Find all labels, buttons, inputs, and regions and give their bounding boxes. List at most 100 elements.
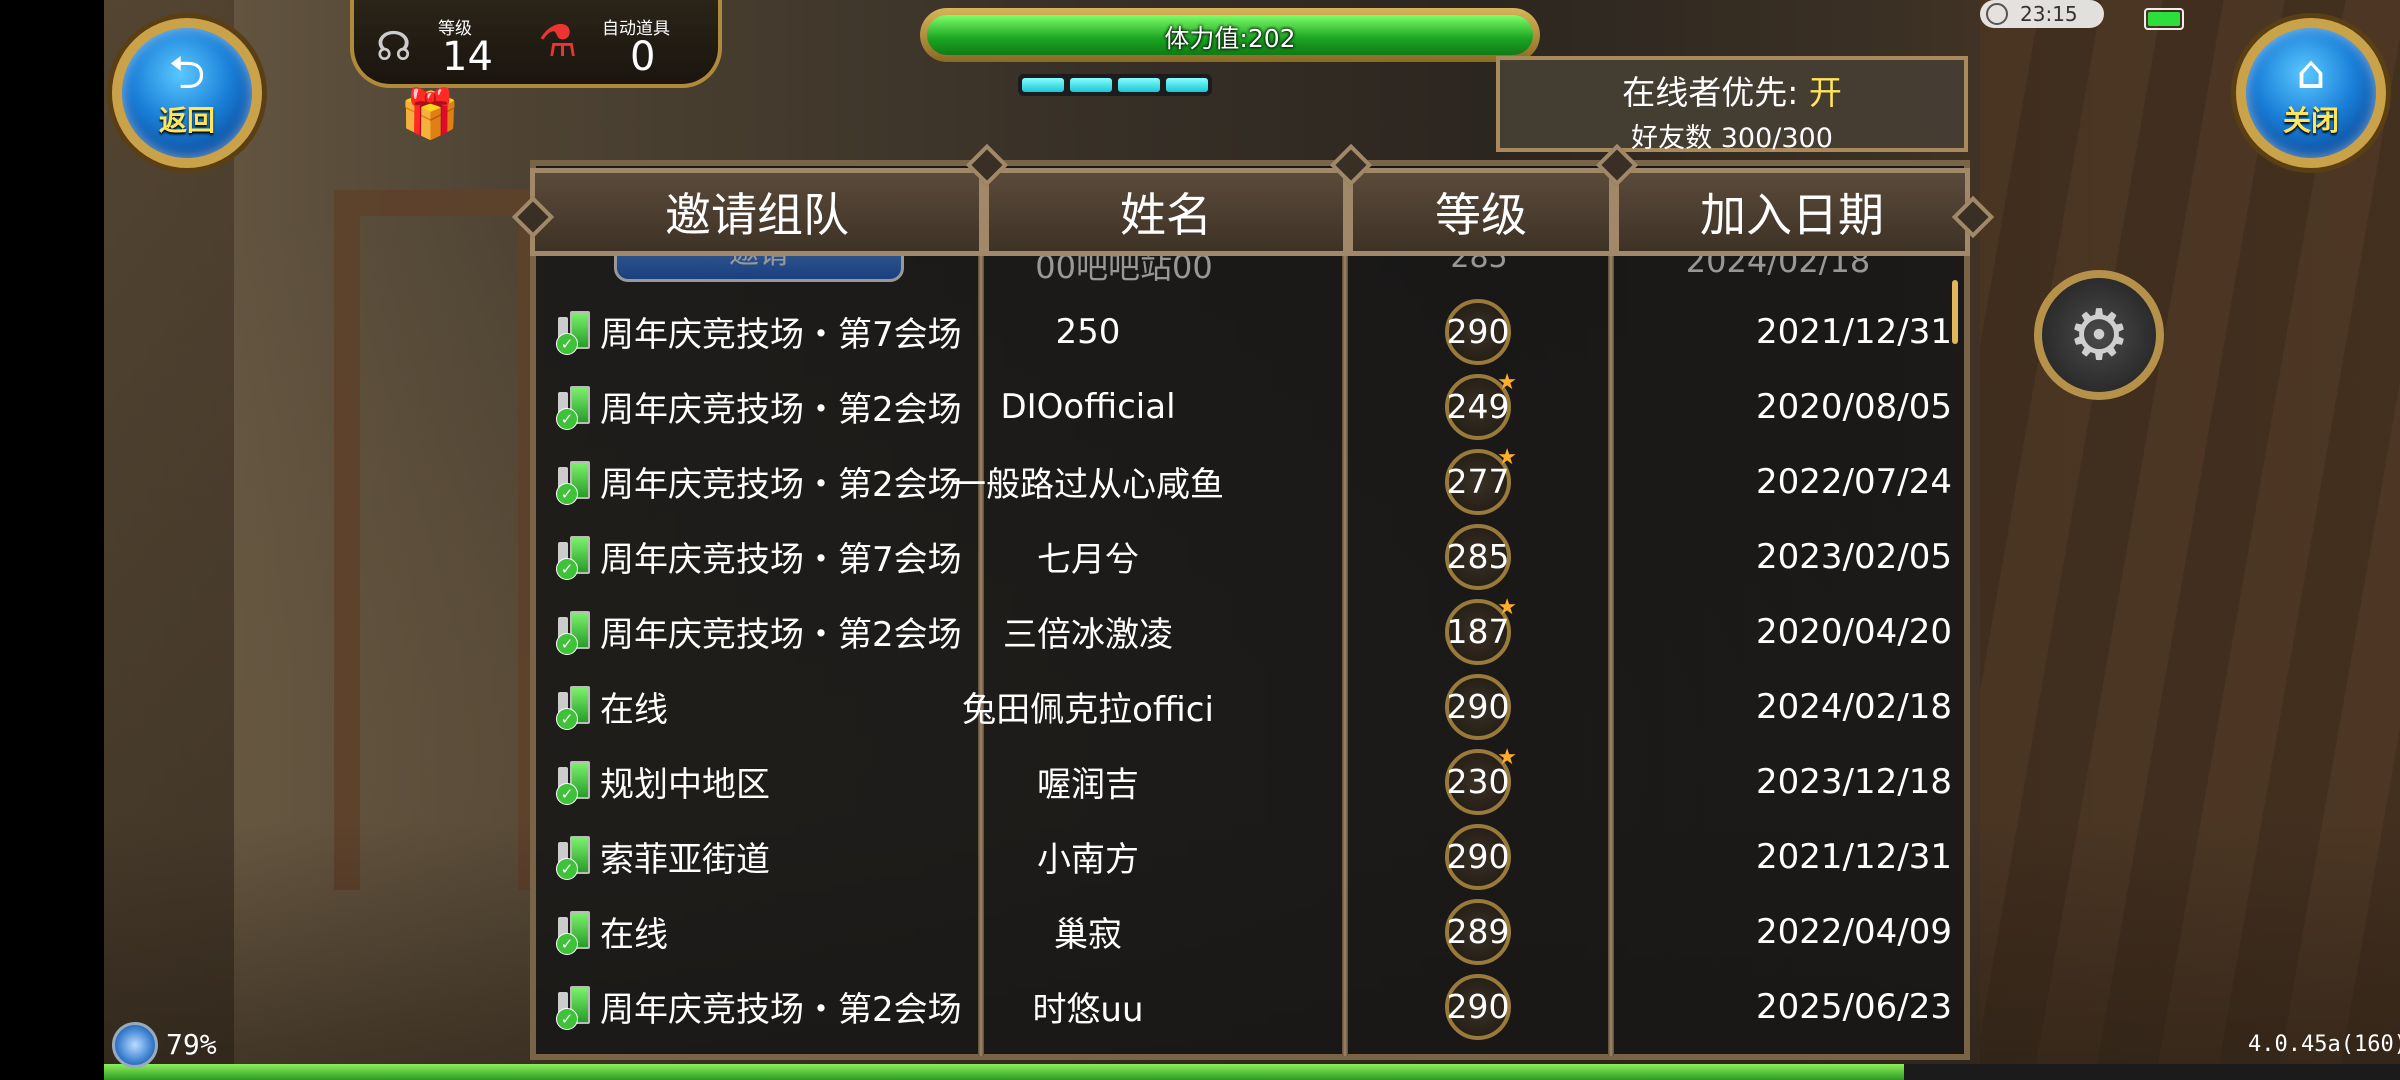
- level-badge: 289: [1445, 898, 1511, 965]
- level-value: 285: [1446, 537, 1510, 576]
- row-location: ✓ 周年庆竞技场・第2会场: [556, 969, 962, 1044]
- row-location: ✓ 周年庆竞技场・第2会场: [556, 444, 962, 519]
- table-row[interactable]: ✓ 周年庆竞技场・第2会场 三倍冰激凌 187 ★ 2020/04/20: [536, 594, 1960, 669]
- online-status-icon: ✓: [556, 685, 596, 730]
- network-icon: [112, 1022, 158, 1068]
- stamina-segment: [1070, 78, 1112, 92]
- online-status-icon: ✓: [556, 310, 596, 355]
- online-status-icon: ✓: [556, 835, 596, 880]
- online-status-icon: ✓: [556, 910, 596, 955]
- row-location-text: 周年庆竞技场・第2会场: [600, 615, 962, 655]
- level-badge: 249 ★: [1445, 370, 1517, 440]
- row-level: 285: [1450, 256, 1508, 275]
- auto-item-count: 0: [630, 34, 656, 80]
- stamina-text: 体力值:202: [1164, 24, 1296, 53]
- row-location-text: 周年庆竞技场・第7会场: [600, 315, 962, 355]
- row-location-text: 周年庆竞技场・第2会场: [600, 390, 962, 430]
- row-level: 285: [1440, 519, 1516, 594]
- row-location-text: 周年庆竞技场・第2会场: [600, 465, 962, 505]
- clock-time: 23:15: [2020, 2, 2078, 26]
- online-priority-value: 开: [1808, 73, 1842, 112]
- back-button[interactable]: ⮌ 返回: [112, 18, 262, 168]
- level-badge: 290: [1445, 298, 1511, 365]
- row-location: ✓ 索菲亚街道: [556, 819, 770, 894]
- level-value: 290: [1446, 312, 1510, 351]
- table-row[interactable]: ✓ 规划中地区 喔润吉 230 ★ 2023/12/18: [536, 744, 1960, 819]
- row-location-text: 周年庆竞技场・第2会场: [600, 990, 962, 1030]
- row-date: 2022/07/24: [1756, 461, 1952, 502]
- row-name: 时悠uu: [1032, 990, 1144, 1030]
- level-badge: 230 ★: [1445, 745, 1517, 815]
- clock-icon: [1986, 3, 2008, 25]
- level-badge: 277 ★: [1445, 445, 1517, 515]
- row-date: 2023/12/18: [1756, 761, 1952, 802]
- row-date: 2025/06/23: [1756, 986, 1952, 1027]
- home-icon: ⌂: [2296, 45, 2326, 99]
- stamina-segments: [1018, 74, 1212, 96]
- header-invite[interactable]: 邀请组队: [530, 168, 984, 256]
- stamina-segment: [1118, 78, 1160, 92]
- row-date: 2024/02/18: [1756, 686, 1952, 727]
- back-arrow-icon: ⮌: [168, 45, 206, 99]
- table-row[interactable]: ✓ 索菲亚街道 小南方 290 2021/12/31: [536, 819, 1960, 894]
- battery-icon: [2144, 8, 2184, 30]
- table-row[interactable]: ✓ 在线 巢寂 289 2022/04/09: [536, 894, 1960, 969]
- table-row[interactable]: ✓ 周年庆竞技场・第2会场 DIOofficial 249 ★ 2020/08/05: [536, 369, 1960, 444]
- header-name[interactable]: 姓名: [984, 168, 1348, 256]
- row-name: 小南方: [1037, 840, 1139, 880]
- online-status-icon: ✓: [556, 385, 596, 430]
- star-icon: ★: [1497, 369, 1517, 395]
- row-date: 2024/02/18: [1685, 256, 1871, 280]
- level-badge: 187 ★: [1445, 595, 1517, 665]
- table-row-partial: 邀请 00吧吧站00 2024/02/18 285: [536, 256, 1960, 292]
- row-level: 289: [1440, 894, 1516, 969]
- row-location: ✓ 规划中地区: [556, 744, 770, 819]
- level-value: 290: [1446, 687, 1510, 726]
- scrollbar[interactable]: [1952, 280, 1958, 344]
- row-location: ✓ 周年庆竞技场・第2会场: [556, 369, 962, 444]
- invite-button[interactable]: 邀请: [614, 256, 904, 282]
- row-location-text: 规划中地区: [600, 765, 770, 805]
- online-status-icon: ✓: [556, 535, 596, 580]
- table-row[interactable]: ✓ 周年庆竞技场・第7会场 七月兮 285 2023/02/05: [536, 519, 1960, 594]
- table-row[interactable]: ✓ 周年庆竞技场・第2会场 时悠uu 290 2025/06/23: [536, 969, 1960, 1044]
- settings-gear-button[interactable]: ⚙: [2034, 270, 2164, 400]
- online-status-icon: ✓: [556, 760, 596, 805]
- row-date: 2020/08/05: [1756, 386, 1952, 427]
- row-level: 290: [1440, 819, 1516, 894]
- header-level[interactable]: 等级: [1348, 168, 1614, 256]
- header-join-date[interactable]: 加入日期: [1614, 168, 1970, 256]
- star-icon: ★: [1497, 594, 1517, 620]
- bottom-progress-bar: [104, 1064, 2400, 1080]
- row-level: 187 ★: [1440, 594, 1517, 669]
- level-value: 290: [1446, 987, 1510, 1026]
- row-location: ✓ 在线: [556, 669, 668, 744]
- row-level: 290: [1440, 969, 1516, 1044]
- close-button-label: 关闭: [2282, 104, 2339, 137]
- level-horn-icon: ☊: [376, 24, 412, 70]
- close-button[interactable]: ⌂ 关闭: [2236, 18, 2386, 168]
- stamina-segment: [1166, 78, 1208, 92]
- stamina-bar: 体力值:202: [920, 8, 1540, 62]
- row-date: 2022/04/09: [1756, 911, 1952, 952]
- row-location: ✓ 周年庆竞技场・第7会场: [556, 294, 962, 369]
- level-badge: 290: [1445, 973, 1511, 1040]
- door-frame: [334, 190, 544, 890]
- row-level: 290: [1440, 669, 1516, 744]
- table-row[interactable]: ✓ 周年庆竞技场・第7会场 250 290 2021/12/31: [536, 294, 1960, 369]
- online-priority-toggle[interactable]: 在线者优先: 开 好友数 300/300: [1496, 56, 1968, 154]
- level-badge: 285: [1445, 523, 1511, 590]
- row-location-text: 索菲亚街道: [600, 840, 770, 880]
- row-name: 00吧吧站00: [1035, 256, 1213, 286]
- player-stat-panel: 等级 14 ☊ ⚗ 自动道具 0: [350, 0, 722, 88]
- online-priority-line: 在线者优先: 开: [1500, 66, 1964, 114]
- row-name: 喔润吉: [1037, 765, 1139, 805]
- online-status-icon: ✓: [556, 985, 596, 1030]
- row-name: 巢寂: [1054, 915, 1122, 955]
- star-icon: ★: [1497, 444, 1517, 470]
- table-row[interactable]: ✓ 周年庆竞技场・第2会场 一般路过从心咸鱼 277 ★ 2022/07/24: [536, 444, 1960, 519]
- level-badge: 290: [1445, 823, 1511, 890]
- gift-icon[interactable]: 🎁: [400, 84, 460, 144]
- table-row[interactable]: ✓ 在线 兔田佩克拉offici 290 2024/02/18: [536, 669, 1960, 744]
- gear-icon: ⚙: [2067, 294, 2131, 376]
